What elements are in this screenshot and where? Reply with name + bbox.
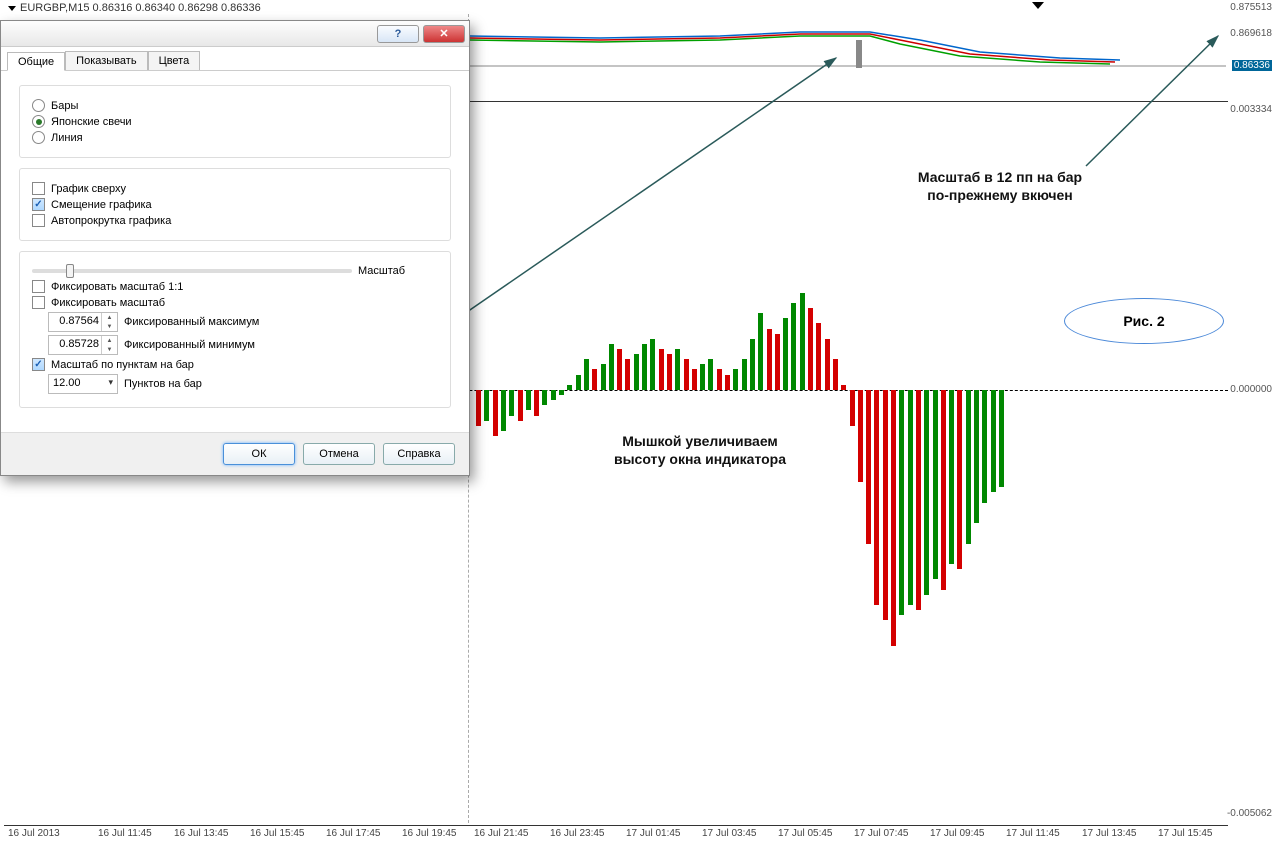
input-fixed-max[interactable]: 0.87564▲▼ xyxy=(48,312,118,332)
cancel-button[interactable]: Отмена xyxy=(303,443,375,465)
check-chart-on-top-label: График сверху xyxy=(51,183,126,195)
check-fix-scale[interactable] xyxy=(32,296,45,309)
label-points-per-bar: Пунктов на бар xyxy=(124,378,202,390)
dialog-tabs: Общие Показывать Цвета xyxy=(1,47,469,71)
check-fix-11[interactable] xyxy=(32,280,45,293)
dialog-footer: ОК Отмена Справка xyxy=(1,432,469,475)
check-fix-scale-label: Фиксировать масштаб xyxy=(51,297,165,309)
radio-line[interactable] xyxy=(32,131,45,144)
current-price-tag: 0.86336 xyxy=(1232,60,1272,71)
label-fixed-max: Фиксированный максимум xyxy=(124,316,259,328)
check-shift[interactable] xyxy=(32,198,45,211)
input-fixed-min[interactable]: 0.85728▲▼ xyxy=(48,335,118,355)
label-fixed-min: Фиксированный минимум xyxy=(124,339,255,351)
dialog-titlebar[interactable]: ? ✕ xyxy=(1,21,469,47)
check-shift-label: Смещение графика xyxy=(51,199,152,211)
shift-marker-icon[interactable] xyxy=(1032,2,1044,9)
dialog-body: Бары Японские свечи Линия График сверху … xyxy=(1,71,469,432)
check-autoscroll[interactable] xyxy=(32,214,45,227)
select-points-per-bar[interactable]: 12.00 xyxy=(48,374,118,394)
check-chart-on-top[interactable] xyxy=(32,182,45,195)
chart-dropdown-icon[interactable] xyxy=(8,6,16,11)
scale-slider[interactable] xyxy=(32,269,352,273)
check-points-per-bar-label: Масштаб по пунктам на бар xyxy=(51,359,194,371)
annotation-resize: Мышкой увеличиваемвысоту окна индикатора xyxy=(570,432,830,468)
radio-candles-label: Японские свечи xyxy=(51,116,132,128)
tab-show[interactable]: Показывать xyxy=(65,51,147,70)
radio-bars[interactable] xyxy=(32,99,45,112)
radio-bars-label: Бары xyxy=(51,100,78,112)
ok-button[interactable]: ОК xyxy=(223,443,295,465)
tab-colors[interactable]: Цвета xyxy=(148,51,201,70)
chart-properties-dialog[interactable]: ? ✕ Общие Показывать Цвета Бары Японские… xyxy=(0,20,470,476)
scale-slider-label: Масштаб xyxy=(358,265,438,277)
check-fix-11-label: Фиксировать масштаб 1:1 xyxy=(51,281,183,293)
help-button[interactable]: Справка xyxy=(383,443,455,465)
dialog-close-button[interactable]: ✕ xyxy=(423,25,465,43)
dialog-help-button[interactable]: ? xyxy=(377,25,419,43)
figure-label: Рис. 2 xyxy=(1064,298,1224,344)
x-axis: 16 Jul 2013 16 Jul 11:45 16 Jul 13:45 16… xyxy=(4,825,1228,843)
chart-symbol-title: EURGBP,M15 0.86316 0.86340 0.86298 0.863… xyxy=(8,2,261,14)
annotation-scale: Масштаб в 12 пп на барпо-прежнему вкючен xyxy=(880,168,1120,204)
check-points-per-bar[interactable] xyxy=(32,358,45,371)
radio-line-label: Линия xyxy=(51,132,83,144)
right-y-axis: 0.875513 0.869618 0.86336 0.003334 0.000… xyxy=(1228,0,1274,823)
tab-common[interactable]: Общие xyxy=(7,52,65,71)
radio-candles[interactable] xyxy=(32,115,45,128)
check-autoscroll-label: Автопрокрутка графика xyxy=(51,215,171,227)
